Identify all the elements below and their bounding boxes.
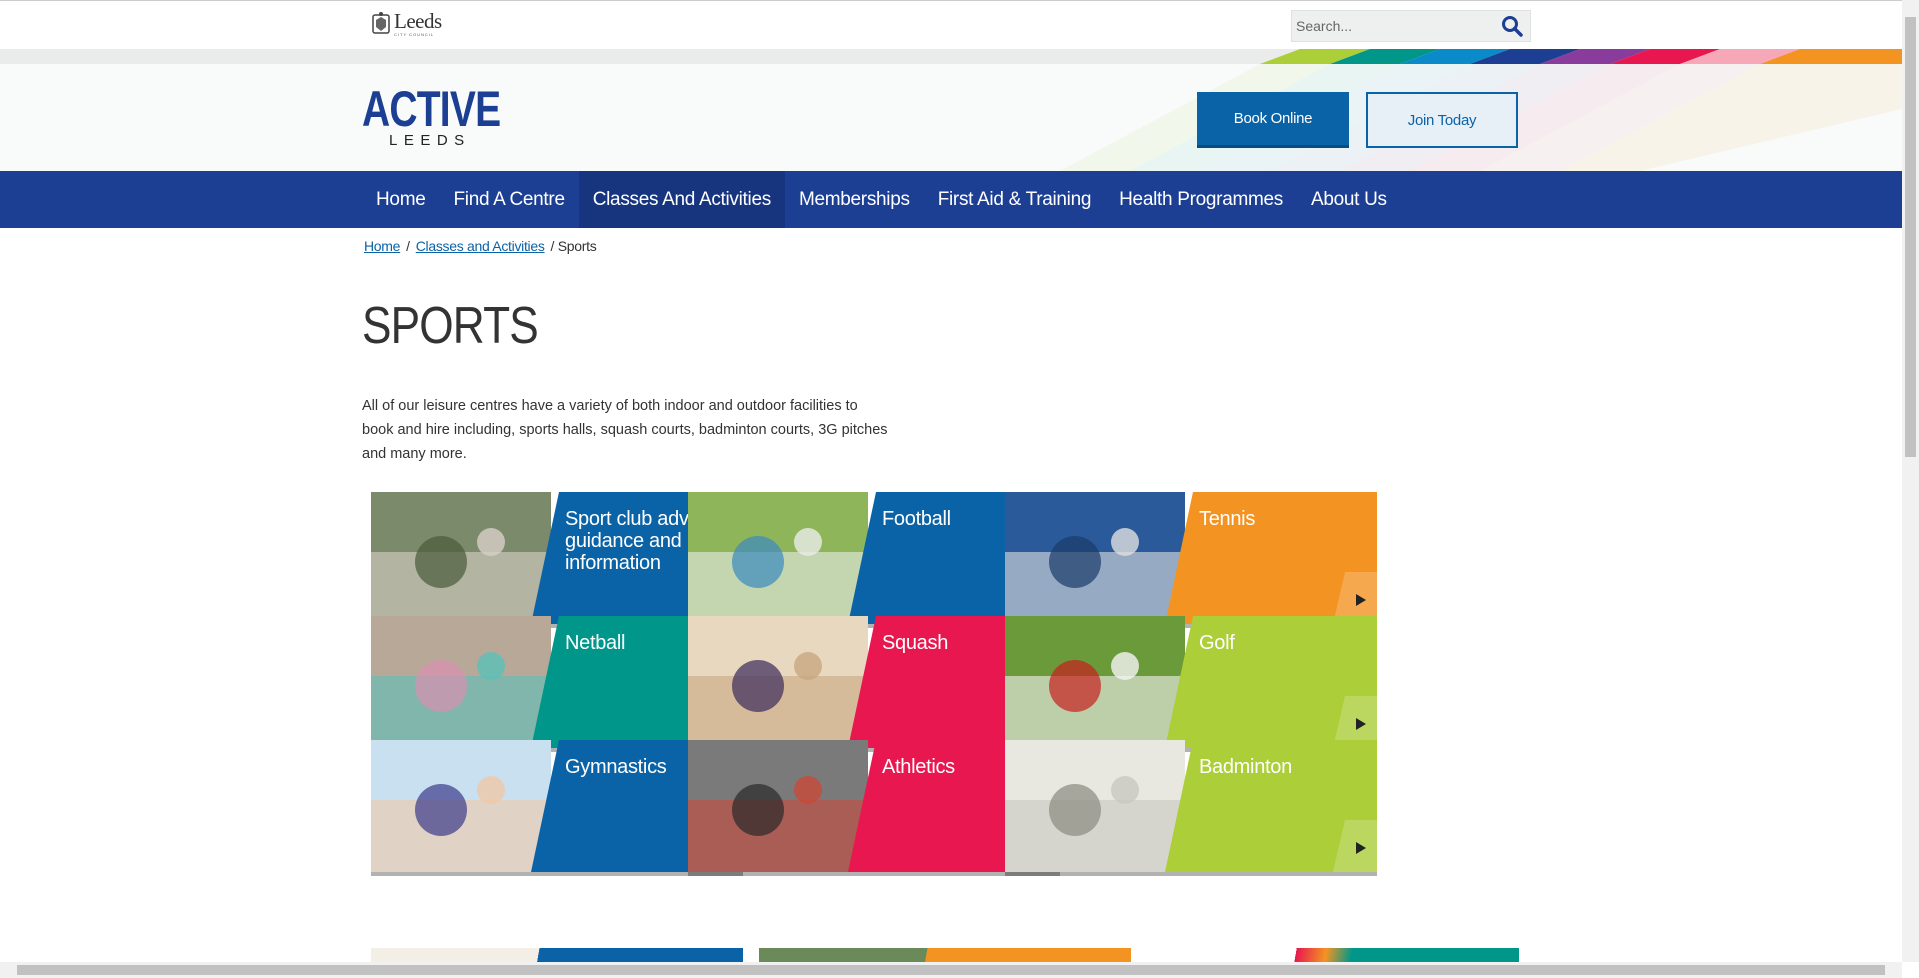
nav-item-memberships[interactable]: Memberships [785, 171, 924, 228]
breadcrumb: Home / Classes and Activities / Sports [364, 238, 597, 254]
nav-item-classes-and-activities[interactable]: Classes And Activities [578, 171, 785, 228]
breadcrumb-classes[interactable]: Classes and Activities [416, 238, 545, 254]
main-nav: Home Find A Centre Classes And Activitie… [0, 171, 1902, 228]
activity-tile[interactable]: Tennis [1005, 492, 1377, 628]
search-icon [1502, 16, 1523, 37]
header-strip [0, 49, 1902, 64]
search-button[interactable] [1500, 15, 1524, 39]
council-name: Leeds [394, 9, 442, 33]
council-subtitle: CITY COUNCIL [394, 32, 435, 37]
next-row-peek [371, 948, 1531, 962]
nav-item-health-programmes[interactable]: Health Programmes [1105, 171, 1297, 228]
breadcrumb-current: / Sports [550, 238, 597, 254]
horizontal-scroll-thumb[interactable] [17, 965, 1885, 975]
nav-item-first-aid-training[interactable]: First Aid & Training [924, 171, 1105, 228]
breadcrumb-home[interactable]: Home [364, 238, 400, 254]
tile-title: Golf [1199, 632, 1235, 654]
intro-text: All of our leisure centres have a variet… [362, 398, 888, 462]
council-logo[interactable]: Leeds CITY COUNCIL [370, 11, 442, 37]
book-online-button[interactable]: Book Online [1197, 92, 1349, 148]
tile-title: Tennis [1199, 508, 1256, 530]
top-bar: Leeds CITY COUNCIL [0, 0, 1902, 49]
search-input[interactable] [1292, 11, 1492, 41]
header [0, 64, 1902, 171]
search-box [1291, 10, 1531, 42]
page-title: SPORTS [362, 297, 539, 355]
activity-tile[interactable]: Badminton [1005, 740, 1377, 876]
nav-item-find-a-centre[interactable]: Find A Centre [439, 171, 578, 228]
join-today-button[interactable]: Join Today [1366, 92, 1518, 148]
active-leeds-logo[interactable]: ACTIVE LEEDS [362, 81, 501, 149]
activity-tile[interactable]: Golf [1005, 616, 1377, 752]
page: Leeds CITY COUNCIL Search... ACTIVE LEED… [0, 0, 1919, 978]
vertical-scroll-thumb[interactable] [1905, 17, 1916, 457]
crest-icon [372, 12, 390, 34]
breadcrumb-separator: / [406, 238, 410, 254]
nav-item-about-us[interactable]: About Us [1297, 171, 1401, 228]
nav-item-home[interactable]: Home [362, 171, 439, 228]
brand-main: ACTIVE [362, 81, 501, 137]
tile-title: Badminton [1199, 756, 1292, 778]
